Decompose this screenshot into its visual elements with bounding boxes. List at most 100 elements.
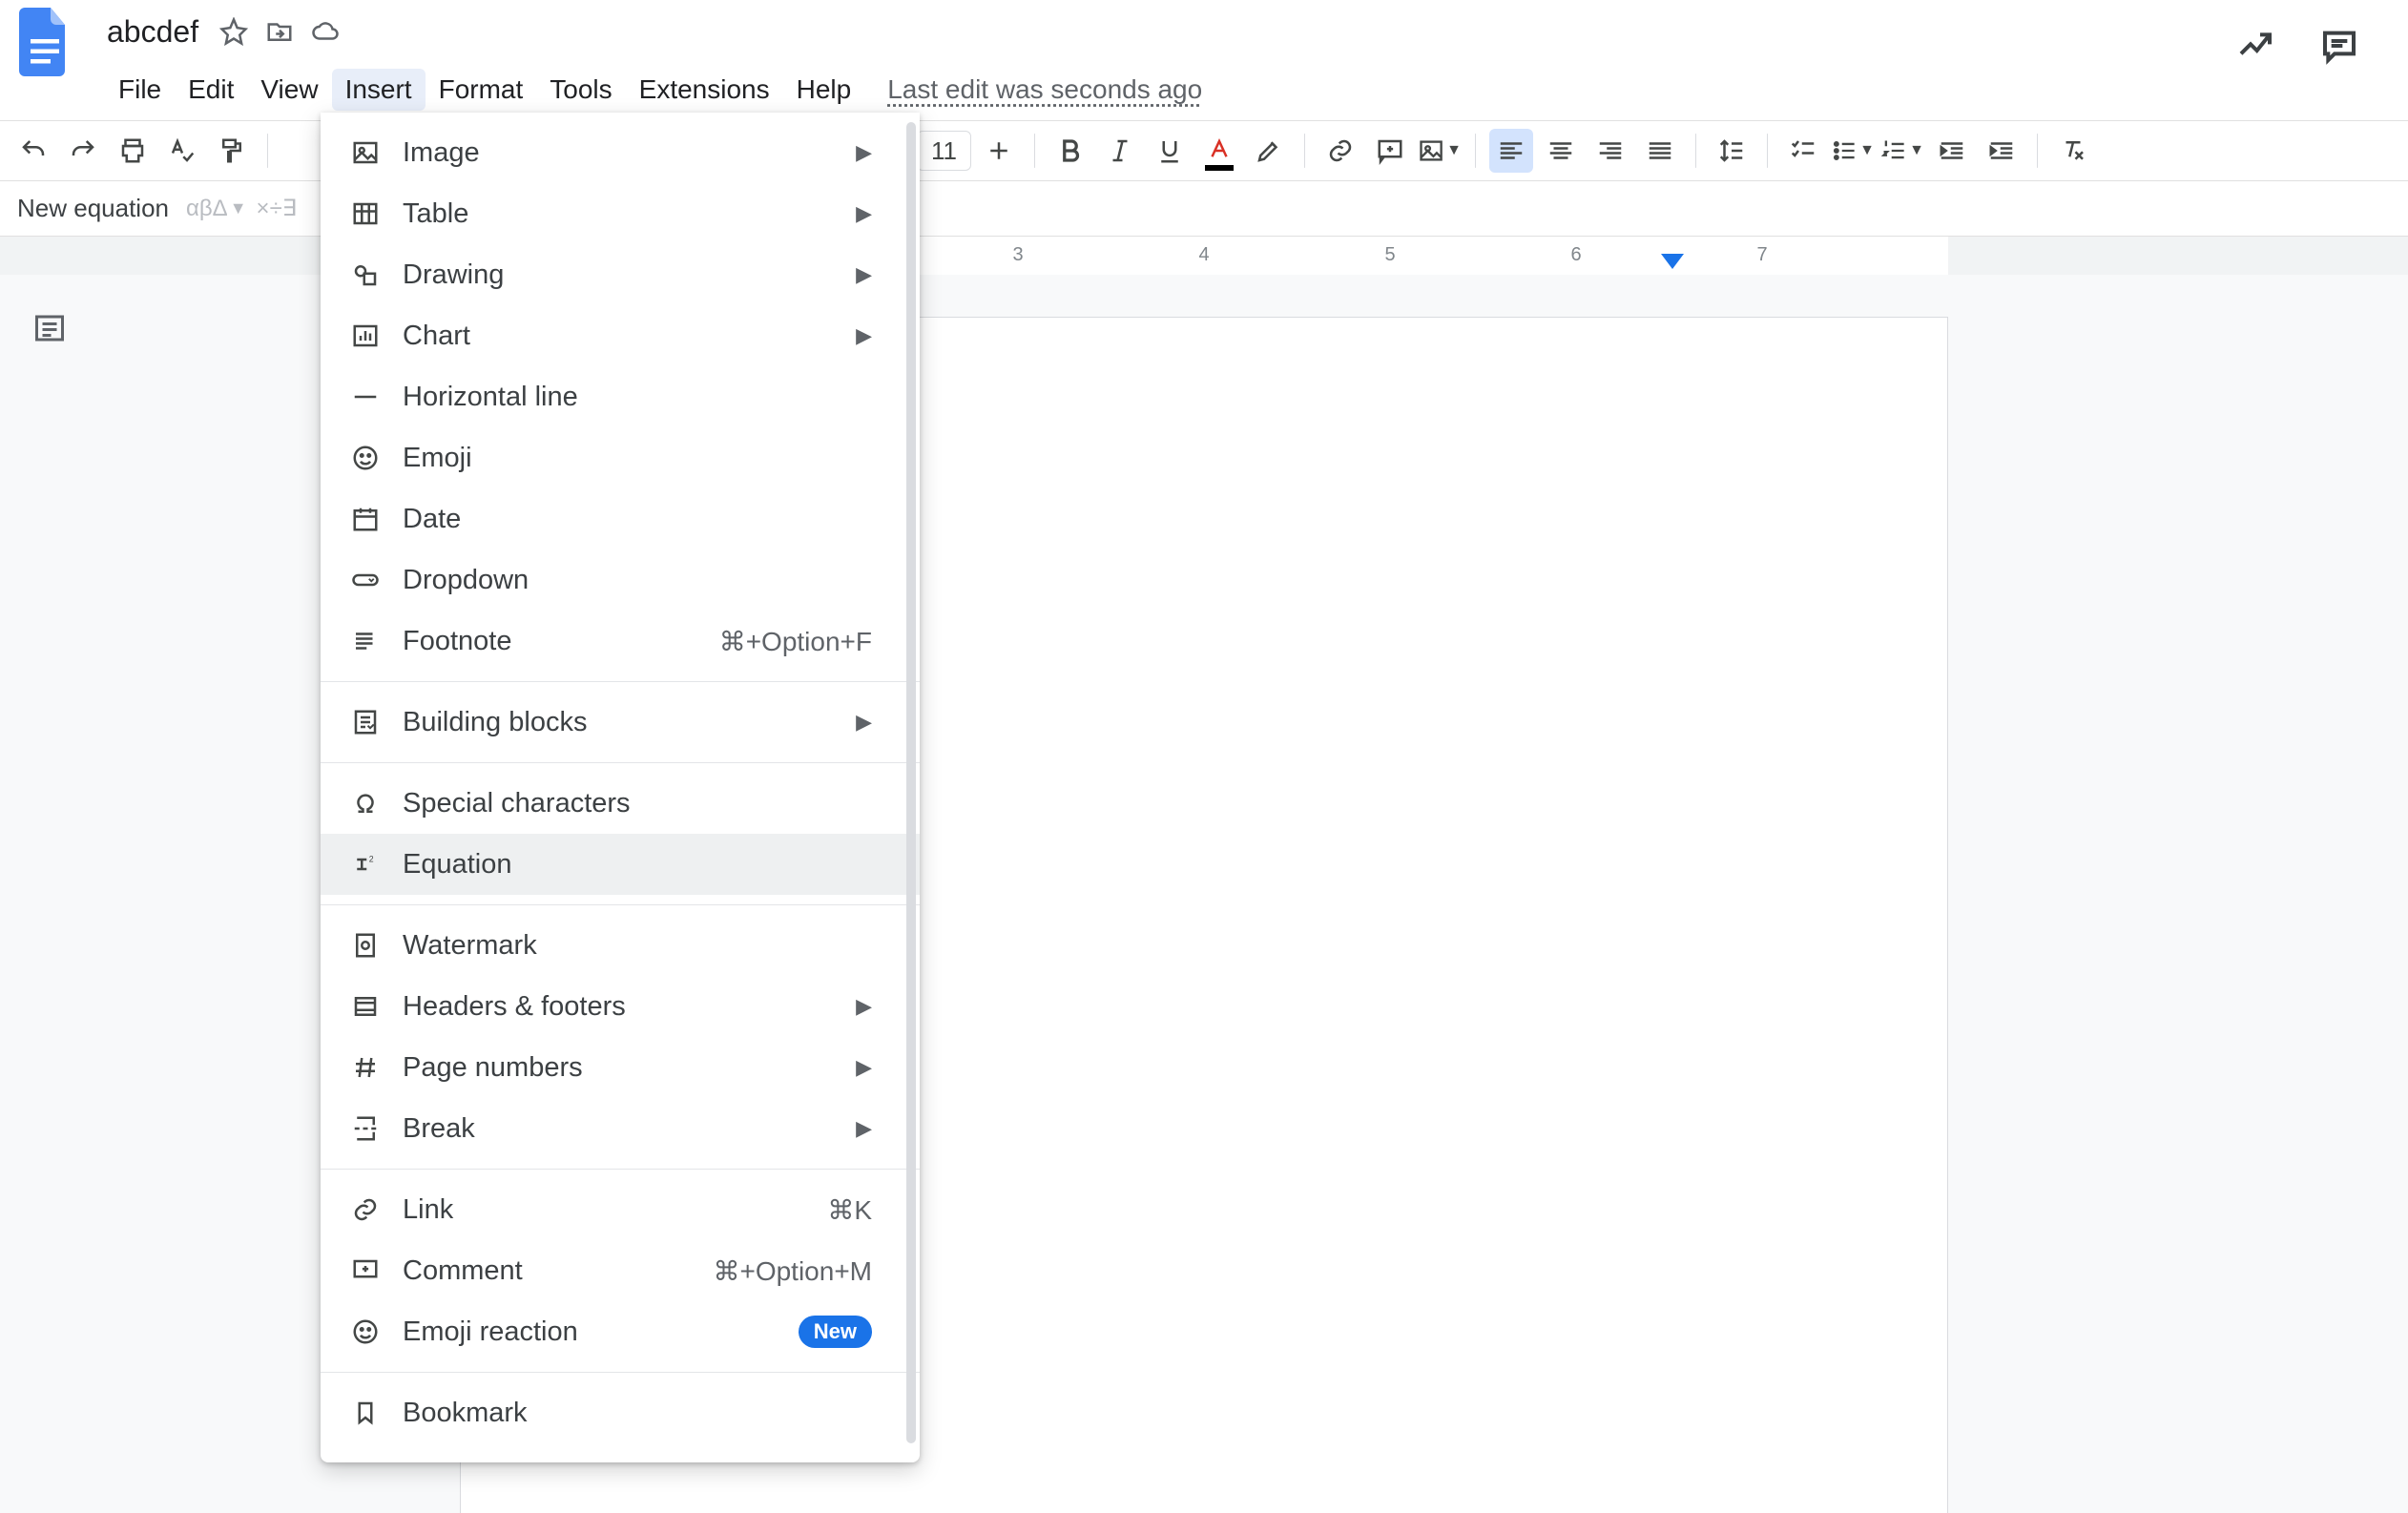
document-title[interactable]: abcdef [97, 12, 208, 52]
toolbar-separator [1767, 134, 1768, 168]
underline-icon[interactable] [1148, 129, 1192, 173]
star-icon[interactable] [219, 17, 248, 46]
font-size-value[interactable]: 11 [917, 131, 971, 171]
menu-label: Bookmark [403, 1398, 528, 1429]
menu-label: Break [403, 1113, 475, 1145]
toolbar-separator [1695, 134, 1696, 168]
docs-logo-icon[interactable] [11, 9, 78, 75]
decrease-indent-icon[interactable] [1930, 129, 1974, 173]
insert-chart[interactable]: Chart ▶ [321, 305, 920, 366]
insert-comment[interactable]: Comment ⌘+Option+M [321, 1240, 920, 1301]
insert-footnote[interactable]: Footnote ⌘+Option+F [321, 611, 920, 672]
insert-special-characters[interactable]: Special characters [321, 773, 920, 834]
insert-dropdown[interactable]: Dropdown [321, 549, 920, 611]
numbered-list-icon[interactable]: ▼ [1880, 129, 1924, 173]
menu-separator [321, 762, 920, 763]
math-operators-dropdown[interactable]: ×÷∃ [257, 195, 297, 222]
dropdown-chip-icon [349, 564, 382, 596]
bookmark-icon [349, 1397, 382, 1429]
menu-insert[interactable]: Insert [332, 69, 426, 111]
insert-equation[interactable]: 2 Equation [321, 834, 920, 895]
equation-icon: 2 [349, 848, 382, 881]
insert-break[interactable]: Break ▶ [321, 1098, 920, 1159]
menu-separator [321, 904, 920, 905]
align-left-icon[interactable] [1489, 129, 1533, 173]
text-color-icon[interactable] [1197, 129, 1241, 173]
move-icon[interactable] [265, 17, 294, 46]
insert-table[interactable]: Table ▶ [321, 183, 920, 244]
print-icon[interactable] [111, 129, 155, 173]
comment-shortcut: ⌘+Option+M [713, 1255, 872, 1287]
insert-link-icon[interactable] [1318, 129, 1362, 173]
footnote-icon [349, 625, 382, 657]
horizontal-line-icon [349, 381, 382, 413]
clear-formatting-icon[interactable] [2051, 129, 2095, 173]
last-edit-link[interactable]: Last edit was seconds ago [887, 74, 1202, 105]
insert-link[interactable]: Link ⌘K [321, 1179, 920, 1240]
menu-format[interactable]: Format [426, 69, 537, 111]
align-right-icon[interactable] [1588, 129, 1632, 173]
insert-bookmark[interactable]: Bookmark [321, 1382, 920, 1443]
menu-view[interactable]: View [247, 69, 331, 111]
spellcheck-icon[interactable] [160, 129, 204, 173]
redo-icon[interactable] [61, 129, 105, 173]
link-icon [349, 1193, 382, 1226]
font-size-increase-icon[interactable] [977, 129, 1021, 173]
new-equation-button[interactable]: New equation [17, 194, 169, 223]
insert-watermark[interactable]: Watermark [321, 915, 920, 976]
menu-label: Dropdown [403, 565, 529, 596]
line-spacing-icon[interactable] [1710, 129, 1754, 173]
insert-emoji-reaction[interactable]: Emoji reaction New [321, 1301, 920, 1362]
menu-tools[interactable]: Tools [536, 69, 625, 111]
submenu-arrow-icon: ▶ [856, 1055, 872, 1080]
add-comment-icon[interactable] [1368, 129, 1412, 173]
comments-history-icon[interactable] [2320, 27, 2358, 65]
bulleted-list-icon[interactable]: ▼ [1831, 129, 1875, 173]
italic-icon[interactable] [1098, 129, 1142, 173]
hash-icon [349, 1051, 382, 1084]
insert-date[interactable]: Date [321, 488, 920, 549]
analytics-icon[interactable] [2236, 27, 2274, 65]
insert-headers-footers[interactable]: Headers & footers ▶ [321, 976, 920, 1037]
undo-icon[interactable] [11, 129, 55, 173]
toolbar-separator [267, 134, 268, 168]
greek-letters-dropdown[interactable]: αβΔ▼ [186, 196, 247, 222]
increase-indent-icon[interactable] [1980, 129, 2024, 173]
insert-image[interactable]: Image ▶ [321, 122, 920, 183]
cloud-status-icon[interactable] [311, 17, 340, 46]
svg-text:2: 2 [369, 855, 374, 864]
right-indent-marker[interactable] [1661, 254, 1684, 269]
menu-separator [321, 1372, 920, 1373]
comment-icon [349, 1254, 382, 1287]
menu-label: Page numbers [403, 1052, 583, 1084]
toolbar-separator [1304, 134, 1305, 168]
document-outline-icon[interactable] [25, 303, 74, 353]
submenu-arrow-icon: ▶ [856, 323, 872, 348]
menu-label: Special characters [403, 788, 631, 819]
insert-horizontal-line[interactable]: Horizontal line [321, 366, 920, 427]
insert-emoji[interactable]: Emoji [321, 427, 920, 488]
menu-file[interactable]: File [105, 69, 175, 111]
paint-format-icon[interactable] [210, 129, 254, 173]
insert-image-icon[interactable]: ▼ [1418, 129, 1462, 173]
insert-drawing[interactable]: Drawing ▶ [321, 244, 920, 305]
align-justify-icon[interactable] [1638, 129, 1682, 173]
menu-label: Horizontal line [403, 382, 578, 413]
bold-icon[interactable] [1048, 129, 1092, 173]
insert-page-numbers[interactable]: Page numbers ▶ [321, 1037, 920, 1098]
align-center-icon[interactable] [1539, 129, 1583, 173]
title-bar: abcdef [0, 0, 2408, 55]
menu-label: Table [403, 198, 468, 230]
calendar-icon [349, 503, 382, 535]
checklist-icon[interactable] [1781, 129, 1825, 173]
link-shortcut: ⌘K [827, 1194, 872, 1226]
menu-extensions[interactable]: Extensions [626, 69, 783, 111]
emoji-icon [349, 442, 382, 474]
menu-label: Headers & footers [403, 991, 626, 1023]
menu-help[interactable]: Help [783, 69, 865, 111]
menu-label: Link [403, 1194, 453, 1226]
insert-building-blocks[interactable]: Building blocks ▶ [321, 692, 920, 753]
table-icon [349, 197, 382, 230]
menu-edit[interactable]: Edit [175, 69, 247, 111]
highlight-color-icon[interactable] [1247, 129, 1291, 173]
